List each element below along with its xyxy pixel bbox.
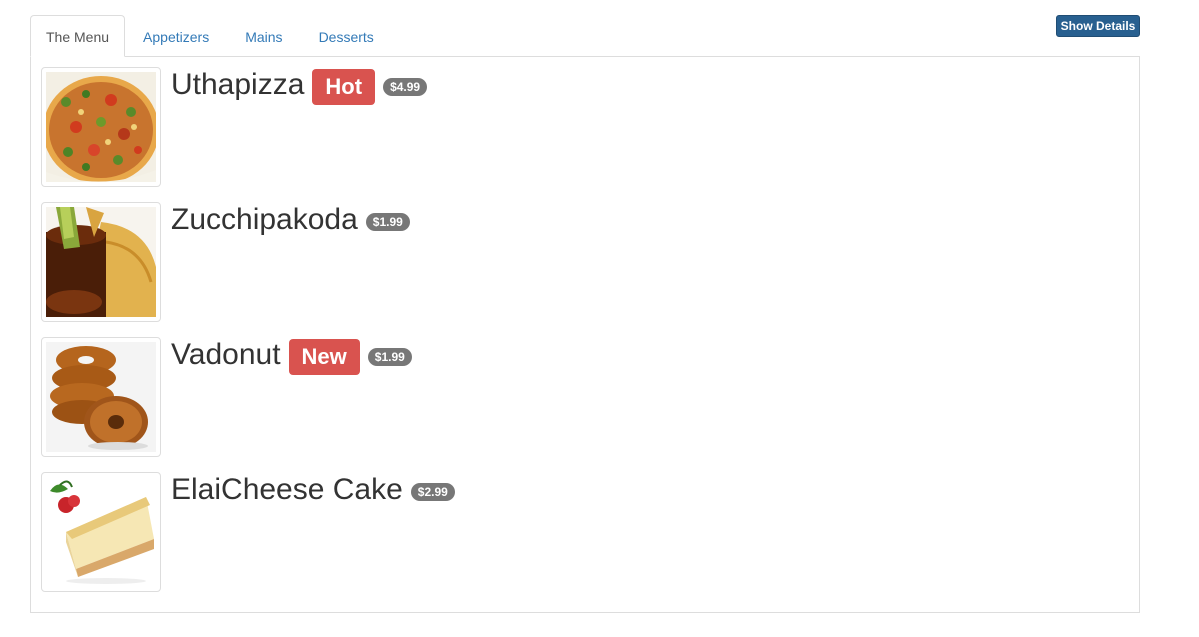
menu-item-name[interactable]: Zucchipakoda <box>171 202 358 238</box>
elaicheese-cake-photo <box>46 477 156 587</box>
menu-item-heading: ElaiCheese Cake $2.99 <box>171 472 455 508</box>
menu-item-heading: Uthapizza Hot $4.99 <box>171 67 428 105</box>
menu-item-name[interactable]: ElaiCheese Cake <box>171 472 403 508</box>
tab-desserts[interactable]: Desserts <box>303 15 390 57</box>
menu-item: Vadonut New $1.99 <box>41 337 1121 457</box>
menu-item-image[interactable] <box>41 337 161 457</box>
uthapizza-photo <box>46 72 156 182</box>
menu-item: ElaiCheese Cake $2.99 <box>41 472 1121 592</box>
price-badge: $2.99 <box>410 483 455 501</box>
menu-page: The Menu Appetizers Mains Desserts Show … <box>0 0 1199 637</box>
menu-item-image[interactable] <box>41 67 161 187</box>
menu-item-heading: Zucchipakoda $1.99 <box>171 202 410 238</box>
vadonut-photo <box>46 342 156 452</box>
zucchipakoda-photo <box>46 207 156 317</box>
tab-mains[interactable]: Mains <box>229 15 298 57</box>
menu-item-heading: Vadonut New $1.99 <box>171 337 412 375</box>
price-badge: $1.99 <box>365 213 410 231</box>
menu-item-name[interactable]: Vadonut <box>171 337 281 373</box>
menu-item-image[interactable] <box>41 202 161 322</box>
price-badge: $1.99 <box>367 348 412 366</box>
tab-the-menu[interactable]: The Menu <box>30 15 126 57</box>
hot-label: Hot <box>312 69 376 105</box>
menu-panel: Uthapizza Hot $4.99 Zucchipakoda $1.99 V… <box>30 56 1140 613</box>
show-details-button[interactable]: Show Details <box>1056 15 1140 37</box>
menu-item-image[interactable] <box>41 472 161 592</box>
menu-tabs: The Menu Appetizers Mains Desserts <box>30 15 394 57</box>
tab-appetizers[interactable]: Appetizers <box>127 15 225 57</box>
menu-item: Zucchipakoda $1.99 <box>41 202 1121 322</box>
menu-item-name[interactable]: Uthapizza <box>171 67 304 103</box>
menu-item: Uthapizza Hot $4.99 <box>41 67 1121 187</box>
price-badge: $4.99 <box>383 78 428 96</box>
new-label: New <box>288 339 360 375</box>
